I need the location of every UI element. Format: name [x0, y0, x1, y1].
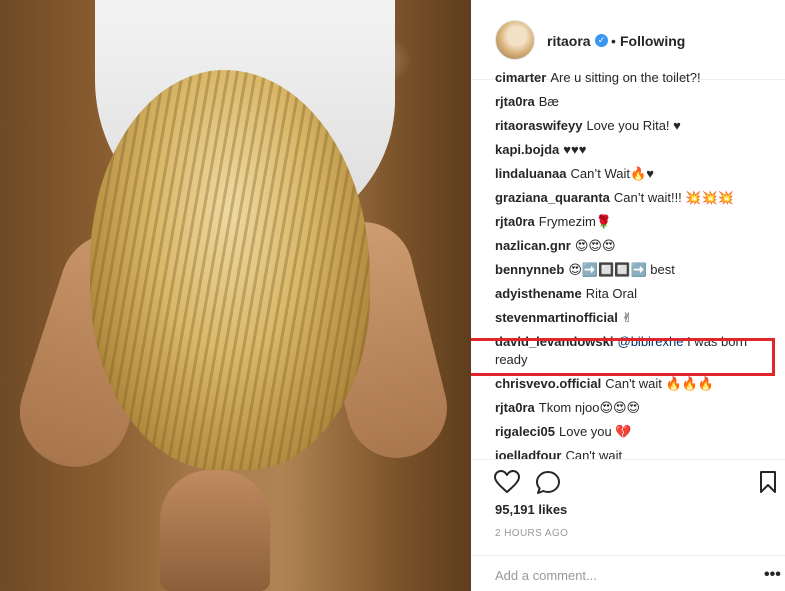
post-side-panel: ritaora ✓ • Following cimarter Are u sitt…	[471, 0, 785, 591]
comment-item: bennynneb 😍➡️🔲🔲➡️ best	[495, 261, 767, 279]
comment-username[interactable]: kapi.bojda	[495, 142, 559, 157]
comment-item: chrisvevo.official Can't wait 🔥🔥🔥	[495, 375, 767, 393]
comment-item: kapi.bojda ♥♥♥	[495, 141, 767, 159]
comment-icon[interactable]	[535, 470, 561, 496]
comment-username[interactable]: graziana_quaranta	[495, 190, 610, 205]
comment-username[interactable]: nazlican.gnr	[495, 238, 571, 253]
comment-username[interactable]: bennynneb	[495, 262, 564, 277]
post-photo[interactable]	[0, 0, 471, 591]
comment-item-highlighted: adyisthename Rita Oral	[495, 285, 767, 303]
comment-text: Can’t Wait🔥♥	[570, 166, 654, 181]
comment-text: ♥♥♥	[563, 142, 587, 157]
comment-item: stevenmartinofficial ✌	[495, 309, 767, 327]
photo-hands	[160, 470, 270, 591]
following-button[interactable]: Following	[620, 33, 685, 49]
comment-item: lindaluanaa Can’t Wait🔥♥	[495, 165, 767, 183]
comment-text: Love you Rita! ♥	[586, 118, 681, 133]
comment-username[interactable]: ritaoraswifeyy	[495, 118, 582, 133]
add-comment-bar: Add a comment... •••	[471, 555, 785, 591]
comment-text: Rita Oral	[585, 286, 637, 301]
comment-item: nazlican.gnr 😍😍😍	[495, 237, 767, 255]
comment-list[interactable]: cimarter Are u sitting on the toilet?! rj…	[471, 68, 785, 459]
comment-username[interactable]: rjta0ra	[495, 214, 535, 229]
comment-item: rjta0ra Tkom njoo😍😍😍	[495, 399, 767, 417]
comment-text: Can’t wait!!! 💥💥💥	[613, 190, 734, 205]
comment-text: Can't wait 🔥🔥🔥	[605, 376, 715, 391]
action-bar	[471, 459, 785, 505]
comment-item: graziana_quaranta Can’t wait!!! 💥💥💥	[495, 189, 767, 207]
comment-item: rjta0ra Frymezim🌹	[495, 213, 767, 231]
comment-text: Frymezim🌹	[538, 214, 612, 229]
comment-username[interactable]: chrisvevo.official	[495, 376, 601, 391]
comment-text: Bæ	[538, 94, 559, 109]
comment-username[interactable]: stevenmartinofficial	[495, 310, 618, 325]
avatar[interactable]	[495, 20, 535, 60]
comment-text: Love you 💔	[559, 424, 632, 439]
comment-text: 😍😍😍	[574, 238, 616, 253]
header-separator: •	[611, 33, 616, 49]
comment-username[interactable]: cimarter	[495, 70, 546, 85]
verified-badge-icon: ✓	[595, 34, 608, 47]
more-options-icon[interactable]: •••	[764, 566, 781, 584]
comment-item: joelladfour Can't wait	[495, 447, 767, 459]
add-comment-input[interactable]: Add a comment...	[495, 568, 597, 583]
comment-username[interactable]: lindaluanaa	[495, 166, 567, 181]
highlight-box	[471, 338, 775, 376]
post-timestamp[interactable]: 2 HOURS AGO	[495, 528, 568, 539]
comment-text: Tkom njoo😍😍😍	[538, 400, 641, 415]
likes-count[interactable]: 95,191 likes	[495, 502, 567, 517]
comment-text: Can't wait	[565, 448, 623, 459]
comment-username[interactable]: adyisthename	[495, 286, 582, 301]
comment-username[interactable]: rjta0ra	[495, 400, 535, 415]
comment-item: cimarter Are u sitting on the toilet?!	[495, 69, 767, 87]
username-link[interactable]: ritaora	[547, 33, 591, 49]
comment-text: 😍➡️🔲🔲➡️ best	[568, 262, 675, 277]
comment-item: rjta0ra Bæ	[495, 93, 767, 111]
bookmark-icon[interactable]	[759, 470, 777, 494]
comment-username[interactable]: rjta0ra	[495, 94, 535, 109]
comment-text: ✌	[621, 310, 633, 325]
comment-item: ritaoraswifeyy Love you Rita! ♥	[495, 117, 767, 135]
comment-username[interactable]: joelladfour	[495, 448, 561, 459]
comment-username[interactable]: rigaleci05	[495, 424, 555, 439]
comment-text: Are u sitting on the toilet?!	[550, 70, 701, 85]
comment-item: rigaleci05 Love you 💔	[495, 423, 767, 441]
heart-icon[interactable]	[494, 470, 520, 494]
